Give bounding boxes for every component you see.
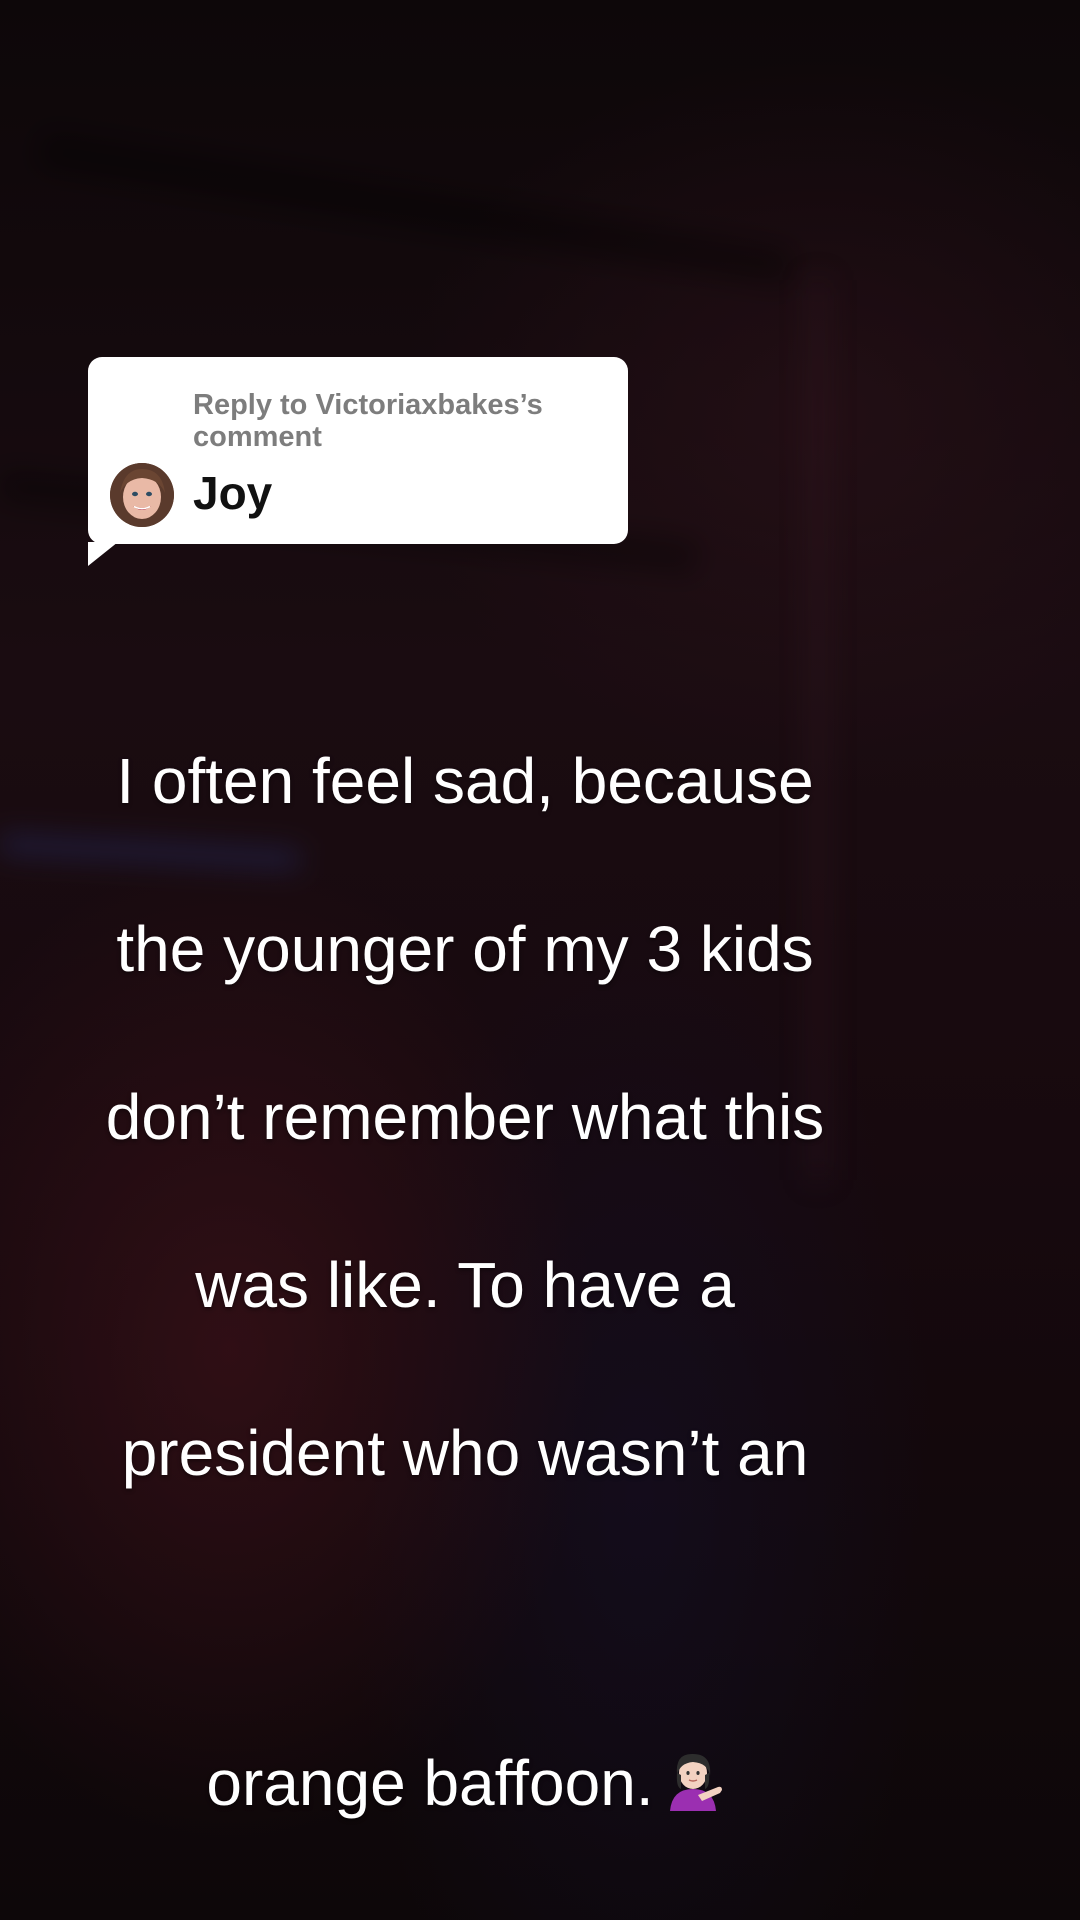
bubble-tail (88, 542, 118, 566)
commenter-avatar-icon (110, 463, 174, 527)
caption-line: I often feel sad, because (116, 745, 814, 817)
video-frame[interactable]: Reply to Victoriaxbakes’s comment Joy I … (0, 0, 1080, 1920)
caption-line: don’t remember what this (105, 1081, 825, 1153)
commenter-name[interactable]: Joy (193, 467, 272, 519)
background-blur (37, 130, 794, 287)
reply-comment-card[interactable]: Reply to Victoriaxbakes’s comment Joy (88, 357, 628, 566)
woman-tipping-hand-emoji-icon (662, 1663, 724, 1831)
caption-line: the younger of my 3 kids (116, 913, 814, 985)
reply-heading: Reply to Victoriaxbakes’s comment (193, 389, 543, 453)
caption-line-last: orange baffoon. (40, 1579, 890, 1831)
caption-line: president who wasn’t an (121, 1417, 809, 1489)
caption-line-text: orange baffoon. (206, 1747, 654, 1819)
caption-text: I often feel sad, because the younger of… (40, 655, 890, 1915)
caption-line: was like. To have a (195, 1249, 735, 1321)
